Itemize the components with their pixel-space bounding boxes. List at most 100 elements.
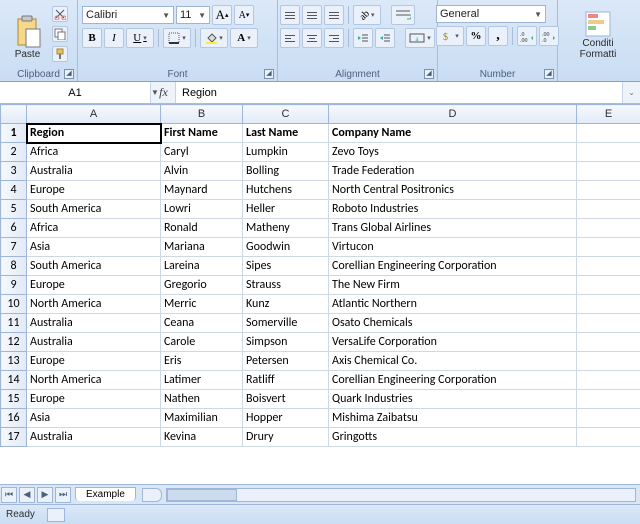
cell[interactable]: Strauss [243, 276, 329, 295]
decrease-indent-button[interactable] [353, 28, 373, 48]
formula-input[interactable] [176, 82, 622, 103]
fx-button[interactable]: fx [152, 82, 176, 103]
row-header[interactable]: 9 [1, 276, 27, 295]
row-header[interactable]: 11 [1, 314, 27, 333]
row-header[interactable]: 12 [1, 333, 27, 352]
wrap-text-button[interactable] [391, 5, 415, 25]
accounting-format-button[interactable]: $▾ [436, 26, 464, 46]
col-header[interactable]: D [329, 105, 577, 124]
align-top-button[interactable] [280, 5, 300, 25]
fill-color-button[interactable]: ▾ [200, 28, 228, 48]
cell[interactable]: Axis Chemical Co. [329, 352, 577, 371]
cell[interactable] [577, 276, 640, 295]
row-header[interactable]: 15 [1, 390, 27, 409]
cell[interactable]: Australia [27, 314, 161, 333]
cell[interactable]: Ratliff [243, 371, 329, 390]
cell[interactable]: Region [27, 124, 161, 143]
row-header[interactable]: 14 [1, 371, 27, 390]
cell[interactable]: Lumpkin [243, 143, 329, 162]
cell[interactable]: North America [27, 295, 161, 314]
cell[interactable] [577, 143, 640, 162]
grow-font-button[interactable]: A▴ [212, 5, 232, 25]
cell[interactable]: Nathen [161, 390, 243, 409]
row-header[interactable]: 13 [1, 352, 27, 371]
font-dialog-launcher[interactable]: ◢ [264, 69, 274, 79]
cell[interactable]: Maynard [161, 181, 243, 200]
cell[interactable]: Goodwin [243, 238, 329, 257]
cell[interactable]: Kevina [161, 428, 243, 447]
cell[interactable] [577, 238, 640, 257]
cell[interactable]: Trade Federation [329, 162, 577, 181]
worksheet-grid[interactable]: A B C D E 1RegionFirst NameLast NameComp… [0, 104, 640, 484]
cut-button[interactable] [52, 6, 68, 22]
formula-bar-expand[interactable]: ⌄ [622, 82, 640, 103]
cell[interactable]: Alvin [161, 162, 243, 181]
cell[interactable]: Europe [27, 352, 161, 371]
cell[interactable]: Heller [243, 200, 329, 219]
cell[interactable] [577, 124, 640, 143]
cell[interactable] [577, 352, 640, 371]
cell[interactable] [577, 371, 640, 390]
tab-nav-prev[interactable]: ◀ [19, 487, 35, 503]
select-all-corner[interactable] [1, 105, 27, 124]
tab-nav-next[interactable]: ▶ [37, 487, 53, 503]
cell[interactable]: Hutchens [243, 181, 329, 200]
cell[interactable]: Quark Industries [329, 390, 577, 409]
cell[interactable]: Maximilian [161, 409, 243, 428]
row-header[interactable]: 7 [1, 238, 27, 257]
scrollbar-thumb[interactable] [167, 489, 237, 501]
align-middle-button[interactable] [302, 5, 322, 25]
cell[interactable]: Hopper [243, 409, 329, 428]
cell[interactable]: Lareina [161, 257, 243, 276]
insert-sheet-button[interactable] [142, 488, 162, 502]
name-box[interactable] [0, 87, 150, 99]
align-right-button[interactable] [324, 28, 344, 48]
clipboard-dialog-launcher[interactable]: ◢ [64, 69, 74, 79]
conditional-formatting-button[interactable]: Conditi Formatti [568, 2, 628, 62]
cell[interactable]: Atlantic Northern [329, 295, 577, 314]
cell[interactable]: Sipes [243, 257, 329, 276]
cell[interactable]: Drury [243, 428, 329, 447]
orientation-button[interactable]: ab▾ [353, 5, 381, 25]
percent-button[interactable]: % [466, 26, 486, 46]
cell[interactable] [577, 314, 640, 333]
number-dialog-launcher[interactable]: ◢ [544, 69, 554, 79]
row-header[interactable]: 16 [1, 409, 27, 428]
col-header[interactable]: C [243, 105, 329, 124]
macro-record-button[interactable] [47, 508, 65, 522]
cell[interactable] [577, 219, 640, 238]
cell[interactable]: The New Firm [329, 276, 577, 295]
horizontal-scrollbar[interactable] [166, 488, 636, 502]
paste-button[interactable]: Paste [8, 2, 48, 62]
cell[interactable]: Petersen [243, 352, 329, 371]
tab-nav-first[interactable]: ⏮ [1, 487, 17, 503]
increase-decimal-button[interactable]: .0.00 [517, 26, 537, 46]
cell[interactable]: Lowri [161, 200, 243, 219]
cell[interactable]: Corellian Engineering Corporation [329, 257, 577, 276]
cell[interactable]: Kunz [243, 295, 329, 314]
cell[interactable]: Africa [27, 219, 161, 238]
align-bottom-button[interactable] [324, 5, 344, 25]
row-header[interactable]: 6 [1, 219, 27, 238]
cell[interactable]: North Central Positronics [329, 181, 577, 200]
increase-indent-button[interactable] [375, 28, 395, 48]
col-header[interactable]: A [27, 105, 161, 124]
cell[interactable]: Trans Global Airlines [329, 219, 577, 238]
sheet-tab-active[interactable]: Example [75, 487, 136, 501]
cell[interactable] [577, 200, 640, 219]
cell[interactable]: Asia [27, 409, 161, 428]
italic-button[interactable]: I [104, 28, 124, 48]
cell[interactable]: Boisvert [243, 390, 329, 409]
bold-button[interactable]: B [82, 28, 102, 48]
number-format-combo[interactable]: General▼ [436, 5, 546, 23]
cell[interactable]: South America [27, 200, 161, 219]
cell[interactable]: Roboto Industries [329, 200, 577, 219]
cell[interactable]: Europe [27, 276, 161, 295]
shrink-font-button[interactable]: A▾ [234, 5, 254, 25]
cell[interactable]: Osato Chemicals [329, 314, 577, 333]
cell[interactable]: Mishima Zaibatsu [329, 409, 577, 428]
cell[interactable]: Australia [27, 162, 161, 181]
cell[interactable] [577, 181, 640, 200]
cell[interactable]: Company Name [329, 124, 577, 143]
align-left-button[interactable] [280, 28, 300, 48]
